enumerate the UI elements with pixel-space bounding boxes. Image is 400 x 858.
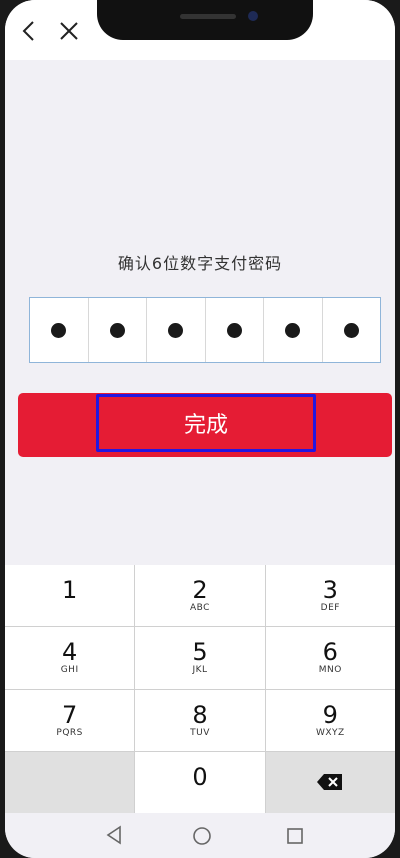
phone-screen: 确认6位数字支付密码 完成 1 2 ABC 3 DEF 4 GHI 5 JKL 6 MNO…	[5, 0, 395, 858]
password-input[interactable]	[29, 297, 381, 363]
confirm-button-label: 完成	[96, 394, 316, 452]
system-nav-bar	[5, 813, 395, 858]
key-letters: JKL	[192, 665, 208, 676]
key-letters: PQRS	[56, 727, 83, 738]
key-5[interactable]: 5 JKL	[135, 627, 265, 689]
nav-recent-icon[interactable]	[286, 827, 304, 845]
key-letters: ABC	[190, 603, 210, 614]
key-8[interactable]: 8 TUV	[135, 689, 265, 751]
key-number: 4	[62, 638, 78, 667]
key-number: 0	[192, 762, 208, 791]
password-digit	[147, 298, 206, 362]
key-3[interactable]: 3 DEF	[265, 565, 395, 627]
key-7[interactable]: 7 PQRS	[5, 689, 135, 751]
key-6[interactable]: 6 MNO	[265, 627, 395, 689]
key-1[interactable]: 1	[5, 565, 135, 627]
password-digit	[89, 298, 147, 362]
key-number: 8	[192, 700, 208, 729]
key-4[interactable]: 4 GHI	[5, 627, 135, 689]
key-0[interactable]: 0	[135, 751, 265, 813]
key-letters: DEF	[320, 603, 340, 614]
password-digit	[264, 298, 323, 362]
key-number: 5	[192, 638, 208, 667]
device-notch	[97, 0, 313, 40]
filled-dot	[226, 322, 242, 338]
confirm-button[interactable]: 完成	[18, 393, 392, 457]
close-icon[interactable]	[57, 18, 81, 44]
key-number: 2	[192, 576, 208, 605]
key-number: 9	[322, 700, 338, 729]
filled-dot	[109, 322, 125, 338]
key-2[interactable]: 2 ABC	[135, 565, 265, 627]
key-number: 7	[62, 700, 78, 729]
key-letters: TUV	[190, 727, 210, 738]
delete-key[interactable]	[265, 751, 395, 813]
key-number: 1	[62, 576, 78, 605]
chevron-left-icon[interactable]	[17, 18, 41, 44]
key-9[interactable]: 9 WXYZ	[265, 689, 395, 751]
speaker	[180, 14, 236, 19]
password-prompt: 确认6位数字支付密码	[117, 254, 283, 273]
filled-dot	[168, 322, 184, 338]
backspace-icon	[317, 774, 343, 791]
key-number: 3	[322, 576, 338, 605]
front-camera	[248, 11, 258, 21]
password-digit	[30, 298, 89, 362]
numeric-keypad: 1 2 ABC 3 DEF 4 GHI 5 JKL 6 MNO 7 PQRS 8 TUV 9W…	[5, 565, 395, 813]
filled-dot	[51, 322, 67, 338]
nav-back-icon[interactable]	[105, 825, 125, 845]
key-letters: WXYZ	[315, 727, 345, 738]
filled-dot	[343, 322, 359, 338]
key-letters: GHI	[60, 665, 79, 676]
key-number: 6	[322, 638, 338, 667]
filled-dot	[285, 322, 301, 338]
nav-home-icon[interactable]	[192, 826, 212, 846]
password-digit	[206, 298, 264, 362]
key-letters: MNO	[318, 665, 342, 676]
key-empty	[5, 751, 135, 813]
password-digit	[323, 298, 381, 362]
